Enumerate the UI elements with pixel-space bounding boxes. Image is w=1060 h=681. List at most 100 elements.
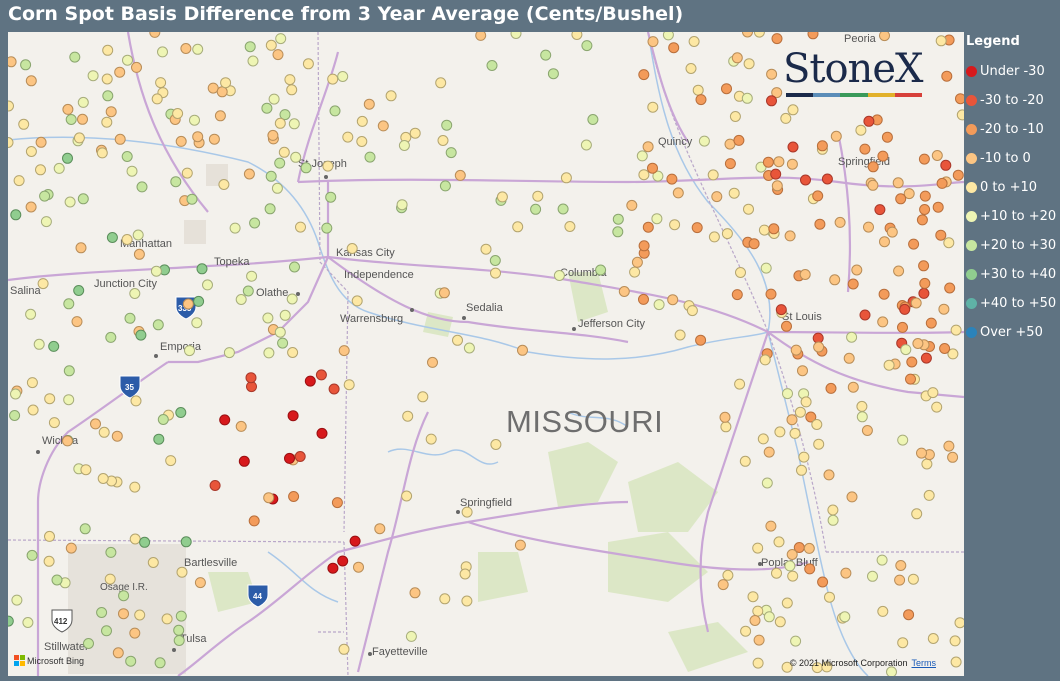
basis-point[interactable] <box>235 420 247 432</box>
basis-point[interactable] <box>954 617 964 629</box>
basis-point[interactable] <box>286 293 298 305</box>
basis-point[interactable] <box>80 464 92 476</box>
basis-point[interactable] <box>647 101 659 113</box>
basis-point[interactable] <box>895 193 907 205</box>
basis-point[interactable] <box>173 624 185 636</box>
basis-point[interactable] <box>647 36 659 48</box>
basis-point[interactable] <box>243 168 255 180</box>
basis-point[interactable] <box>912 338 924 349</box>
basis-point[interactable] <box>878 288 890 300</box>
basis-point[interactable] <box>189 114 200 126</box>
basis-point[interactable] <box>129 481 141 493</box>
basis-point[interactable] <box>879 32 890 42</box>
basis-point[interactable] <box>927 387 939 399</box>
basis-point[interactable] <box>409 127 421 139</box>
basis-point[interactable] <box>749 615 761 626</box>
basis-point[interactable] <box>274 117 286 129</box>
basis-point[interactable] <box>955 93 965 105</box>
basis-point[interactable] <box>63 298 75 310</box>
basis-point[interactable] <box>77 193 89 205</box>
basis-point[interactable] <box>125 655 137 667</box>
basis-point[interactable] <box>731 52 743 64</box>
basis-point[interactable] <box>903 609 915 621</box>
basis-point[interactable] <box>439 593 451 605</box>
basis-point[interactable] <box>919 277 931 289</box>
basis-point[interactable] <box>325 191 337 203</box>
basis-point[interactable] <box>135 329 147 341</box>
basis-point[interactable] <box>342 131 354 143</box>
basis-point[interactable] <box>104 573 116 585</box>
basis-point[interactable] <box>220 77 232 89</box>
basis-point[interactable] <box>707 169 719 181</box>
basis-point[interactable] <box>830 130 842 142</box>
basis-point[interactable] <box>918 153 930 165</box>
basis-point[interactable] <box>8 56 17 68</box>
basis-point[interactable] <box>770 168 782 180</box>
basis-point[interactable] <box>25 201 37 213</box>
basis-point[interactable] <box>851 264 863 276</box>
basis-point[interactable] <box>427 356 438 368</box>
basis-point[interactable] <box>773 156 785 168</box>
basis-point[interactable] <box>25 146 37 157</box>
basis-point[interactable] <box>79 523 91 535</box>
basis-point[interactable] <box>452 334 463 346</box>
basis-point[interactable] <box>916 214 928 226</box>
basis-point[interactable] <box>73 285 85 296</box>
basis-point[interactable] <box>180 43 192 54</box>
basis-point[interactable] <box>10 388 21 400</box>
basis-point[interactable] <box>893 265 905 277</box>
legend-item[interactable]: +40 to +50 <box>966 289 1060 318</box>
basis-point[interactable] <box>653 299 665 311</box>
basis-point[interactable] <box>409 587 421 599</box>
basis-point[interactable] <box>176 566 188 578</box>
basis-point[interactable] <box>771 180 783 192</box>
basis-point[interactable] <box>686 305 698 317</box>
basis-point[interactable] <box>289 261 300 273</box>
basis-point[interactable] <box>859 143 871 155</box>
basis-point[interactable] <box>77 113 88 125</box>
basis-map[interactable]: 335 35 44 412 St Joseph Manhattan Topeka… <box>8 32 964 676</box>
basis-point[interactable] <box>557 203 569 215</box>
basis-point[interactable] <box>439 180 451 192</box>
basis-point[interactable] <box>765 520 777 532</box>
basis-point[interactable] <box>874 204 886 216</box>
basis-point[interactable] <box>229 222 241 234</box>
basis-point[interactable] <box>322 160 334 172</box>
basis-point[interactable] <box>101 73 113 85</box>
basis-point[interactable] <box>192 131 204 143</box>
basis-point[interactable] <box>124 312 136 324</box>
basis-point[interactable] <box>753 32 765 38</box>
basis-point[interactable] <box>268 93 280 105</box>
basis-point[interactable] <box>847 278 859 290</box>
basis-point[interactable] <box>877 316 889 328</box>
basis-point[interactable] <box>781 320 792 332</box>
basis-point[interactable] <box>114 66 126 78</box>
basis-point[interactable] <box>246 270 258 282</box>
basis-point[interactable] <box>77 96 89 108</box>
basis-point[interactable] <box>782 388 793 400</box>
basis-point[interactable] <box>879 236 890 248</box>
basis-point[interactable] <box>486 60 498 71</box>
basis-point[interactable] <box>919 190 931 202</box>
basis-point[interactable] <box>35 164 46 176</box>
basis-point[interactable] <box>152 319 164 331</box>
basis-point[interactable] <box>27 404 39 416</box>
basis-point[interactable] <box>729 111 741 122</box>
basis-point[interactable] <box>26 377 38 389</box>
basis-point[interactable] <box>692 84 704 96</box>
basis-point[interactable] <box>920 352 932 364</box>
basis-point[interactable] <box>666 173 678 185</box>
basis-point[interactable] <box>96 607 108 618</box>
basis-point[interactable] <box>105 331 117 343</box>
basis-point[interactable] <box>151 93 163 105</box>
basis-point[interactable] <box>740 625 752 637</box>
basis-point[interactable] <box>910 297 922 309</box>
basis-point[interactable] <box>102 90 114 102</box>
basis-point[interactable] <box>773 536 785 548</box>
legend-item[interactable]: +30 to +40 <box>966 260 1060 289</box>
basis-point[interactable] <box>771 33 783 45</box>
basis-point[interactable] <box>829 274 841 286</box>
basis-point[interactable] <box>944 282 956 294</box>
basis-point[interactable] <box>742 32 753 38</box>
basis-point[interactable] <box>814 218 826 230</box>
